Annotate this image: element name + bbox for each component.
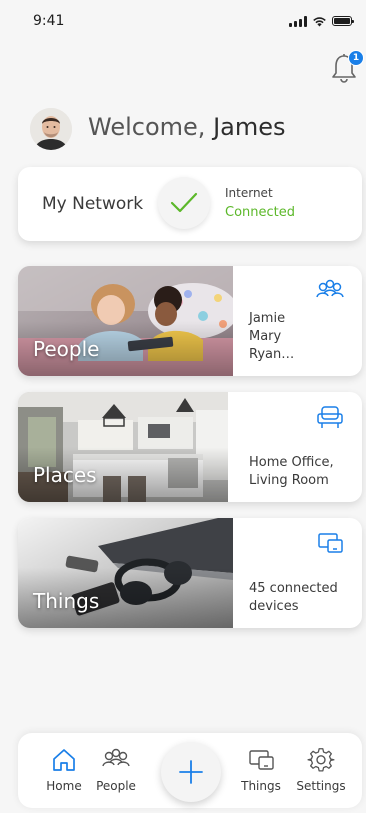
devices-icon	[318, 533, 343, 553]
nav-people-label: People	[96, 779, 136, 793]
places-list: Home Office, Living Room	[249, 454, 334, 490]
nav-home[interactable]: Home	[34, 747, 94, 793]
nav-things[interactable]: Things	[231, 747, 291, 793]
nav-settings-label: Settings	[296, 779, 346, 793]
network-card[interactable]: My Network Internet Connected	[18, 167, 362, 241]
wifi-icon	[313, 16, 326, 26]
status-time: 9:41	[33, 13, 65, 29]
places-image: Places	[18, 392, 228, 502]
notification-badge: 1	[348, 50, 364, 66]
add-button[interactable]	[161, 742, 221, 802]
places-label: Places	[33, 463, 97, 487]
home-icon	[53, 749, 75, 771]
people-image: People	[18, 266, 233, 376]
people-icon	[102, 748, 130, 767]
notifications-button[interactable]: 1	[329, 50, 364, 84]
internet-status: Connected	[225, 205, 296, 220]
gear-icon	[307, 748, 335, 772]
devices-icon	[249, 750, 274, 770]
people-name: Jamie	[249, 311, 286, 326]
bottom-nav: Home People Things Settings	[18, 733, 362, 808]
people-label: People	[33, 337, 100, 361]
nav-home-label: Home	[46, 779, 82, 793]
people-list: Jamie Mary Ryan…	[249, 310, 294, 364]
app-screen: 9:41 1 Welcome, James My Network Interne…	[0, 0, 366, 813]
battery-icon	[332, 16, 354, 26]
things-count-suffix: devices	[249, 599, 299, 614]
nav-people[interactable]: People	[86, 747, 146, 793]
things-summary: 45 connected devices	[249, 580, 338, 616]
people-icon	[316, 279, 344, 298]
places-card[interactable]: Places Home Office, Living Room	[18, 392, 362, 502]
people-name: Ryan…	[249, 347, 295, 362]
status-icons	[289, 14, 354, 28]
people-card[interactable]: People Jamie Mary Ryan…	[18, 266, 362, 376]
avatar-photo	[30, 108, 72, 150]
signal-icon	[289, 15, 307, 27]
things-label: Things	[33, 589, 100, 613]
place-name: Living Room	[249, 473, 329, 488]
welcome-greeting: Welcome,	[88, 113, 206, 141]
nav-settings[interactable]: Settings	[291, 747, 351, 793]
people-name: Mary	[249, 329, 282, 344]
place-name: Home Office,	[249, 455, 334, 470]
network-label: My Network	[42, 194, 144, 214]
plus-icon	[179, 760, 203, 784]
armchair-icon	[317, 406, 343, 428]
avatar[interactable]	[30, 108, 72, 150]
nav-things-label: Things	[241, 779, 281, 793]
network-status-indicator	[158, 177, 210, 229]
internet-label: Internet	[225, 186, 273, 200]
status-bar: 9:41	[0, 0, 366, 44]
things-count: 45 connected	[249, 581, 338, 596]
welcome-name: James	[213, 113, 286, 141]
checkmark-icon	[170, 192, 198, 213]
welcome-heading: Welcome, James	[88, 113, 286, 141]
things-card[interactable]: Things 45 connected devices	[18, 518, 362, 628]
things-image: Things	[18, 518, 233, 628]
